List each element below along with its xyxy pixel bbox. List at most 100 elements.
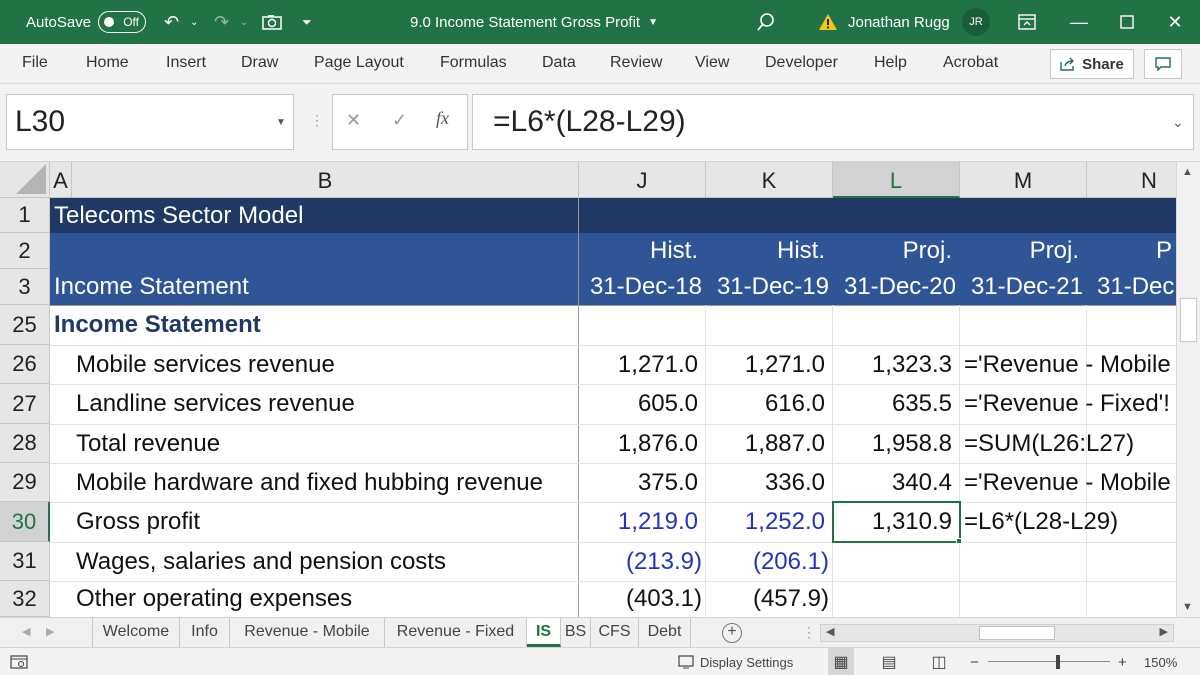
- cell-b28[interactable]: Total revenue: [72, 424, 579, 463]
- comments-button[interactable]: [1144, 49, 1182, 79]
- splitter-dots-icon[interactable]: ⋮: [310, 112, 324, 129]
- column-header-m[interactable]: M: [960, 162, 1087, 198]
- row-header-32[interactable]: 32: [0, 581, 50, 617]
- select-all-corner[interactable]: [0, 162, 50, 198]
- cell-k32[interactable]: (457.9): [706, 581, 833, 617]
- cell-b25[interactable]: Income Statement: [50, 305, 579, 345]
- cell-n3[interactable]: 31-Dec: [1087, 269, 1176, 305]
- scroll-down-icon[interactable]: ▼: [1182, 601, 1193, 613]
- customize-qat-icon[interactable]: ⏷: [302, 0, 312, 44]
- normal-view-icon[interactable]: ▦: [828, 648, 854, 675]
- scroll-up-icon[interactable]: ▲: [1182, 166, 1193, 178]
- ribbon-display-icon[interactable]: [1012, 0, 1042, 44]
- cell-b30[interactable]: Gross profit: [72, 502, 579, 542]
- zoom-in-button[interactable]: +: [1118, 648, 1127, 675]
- sheet-tab-bs[interactable]: BS: [561, 618, 591, 647]
- cell-j2[interactable]: Hist.: [579, 233, 706, 269]
- tab-page-layout[interactable]: Page Layout: [314, 44, 404, 84]
- row-header-31[interactable]: 31: [0, 542, 50, 581]
- cell-k30[interactable]: 1,252.0: [706, 502, 833, 542]
- macro-recording-icon[interactable]: [10, 648, 28, 675]
- cell-k28[interactable]: 1,887.0: [706, 424, 833, 463]
- tab-view[interactable]: View: [695, 44, 729, 84]
- prev-sheet-icon[interactable]: ◀: [22, 625, 30, 638]
- column-header-k[interactable]: K: [706, 162, 833, 198]
- cell-m28[interactable]: =SUM(L26:L27): [960, 424, 1176, 463]
- camera-icon[interactable]: [262, 0, 282, 44]
- expand-formula-bar-icon[interactable]: ⌄: [1172, 114, 1184, 131]
- tab-home[interactable]: Home: [86, 44, 129, 84]
- autosave-toggle[interactable]: Off: [98, 11, 146, 33]
- cell-j29[interactable]: 375.0: [579, 463, 706, 502]
- tab-acrobat[interactable]: Acrobat: [943, 44, 998, 84]
- tab-draw[interactable]: Draw: [241, 44, 278, 84]
- cell-k29[interactable]: 336.0: [706, 463, 833, 502]
- scroll-right-icon[interactable]: ▶: [1160, 625, 1168, 638]
- cell-b1[interactable]: Telecoms Sector Model: [50, 198, 1176, 233]
- cell-m27[interactable]: ='Revenue - Fixed'!: [960, 384, 1176, 424]
- avatar[interactable]: JR: [962, 8, 990, 36]
- redo-dropdown-icon[interactable]: ⌄: [240, 0, 248, 44]
- cell-k2[interactable]: Hist.: [706, 233, 833, 269]
- cell-l27[interactable]: 635.5: [833, 384, 960, 424]
- enter-check-icon[interactable]: ✓: [392, 110, 407, 131]
- close-icon[interactable]: ✕: [1160, 0, 1190, 44]
- cell-j3[interactable]: 31-Dec-18: [579, 269, 706, 305]
- sheet-tab-welcome[interactable]: Welcome: [92, 618, 180, 647]
- insert-function-icon[interactable]: fx: [436, 108, 449, 129]
- redo-icon[interactable]: ↷: [214, 0, 229, 44]
- add-sheet-icon[interactable]: +: [722, 623, 742, 643]
- vertical-scrollbar[interactable]: ▲ ▼: [1176, 162, 1200, 617]
- cell-b3[interactable]: Income Statement: [50, 269, 579, 305]
- tab-file[interactable]: File: [22, 44, 48, 84]
- column-header-l[interactable]: L: [833, 162, 960, 198]
- warning-icon[interactable]: [818, 0, 838, 44]
- horizontal-scroll-thumb[interactable]: [979, 626, 1055, 640]
- cell-j27[interactable]: 605.0: [579, 384, 706, 424]
- share-button[interactable]: Share: [1050, 49, 1134, 79]
- name-box[interactable]: L30: [6, 94, 294, 150]
- row-header-25[interactable]: 25: [0, 305, 50, 345]
- row-header-29[interactable]: 29: [0, 463, 50, 502]
- cell-k31[interactable]: (206.1): [706, 542, 833, 581]
- cancel-icon[interactable]: ✕: [346, 110, 361, 131]
- cell-m29[interactable]: ='Revenue - Mobile: [960, 463, 1176, 502]
- tab-formulas[interactable]: Formulas: [440, 44, 507, 84]
- row-header-3[interactable]: 3: [0, 269, 50, 305]
- cell-m3[interactable]: 31-Dec-21: [960, 269, 1087, 305]
- row-header-26[interactable]: 26: [0, 345, 50, 384]
- fill-handle[interactable]: [956, 538, 962, 544]
- sheet-tab-debt[interactable]: Debt: [639, 618, 691, 647]
- cell-b26[interactable]: Mobile services revenue: [72, 345, 579, 384]
- zoom-level[interactable]: 150%: [1144, 648, 1177, 675]
- column-header-b[interactable]: B: [72, 162, 579, 198]
- cell-l28[interactable]: 1,958.8: [833, 424, 960, 463]
- cell-l26[interactable]: 1,323.3: [833, 345, 960, 384]
- tab-review[interactable]: Review: [610, 44, 662, 84]
- cell-l3[interactable]: 31-Dec-20: [833, 269, 960, 305]
- zoom-out-button[interactable]: −: [970, 648, 979, 675]
- row-header-27[interactable]: 27: [0, 384, 50, 424]
- page-layout-view-icon[interactable]: ▤: [878, 648, 900, 675]
- sheet-tab-is[interactable]: IS: [527, 618, 561, 647]
- scroll-thumb[interactable]: [1180, 298, 1197, 342]
- cell-j26[interactable]: 1,271.0: [579, 345, 706, 384]
- tab-splitter-icon[interactable]: ⋮: [802, 624, 816, 641]
- row-header-1[interactable]: 1: [0, 198, 50, 233]
- maximize-icon[interactable]: [1112, 0, 1142, 44]
- cell-j31[interactable]: (213.9): [579, 542, 706, 581]
- cell-b29[interactable]: Mobile hardware and fixed hubbing revenu…: [72, 463, 579, 502]
- sheet-tab-revenue-mobile[interactable]: Revenue - Mobile: [230, 618, 385, 647]
- minimize-icon[interactable]: —: [1064, 0, 1094, 44]
- next-sheet-icon[interactable]: ▶: [46, 625, 54, 638]
- sheet-tab-revenue-fixed[interactable]: Revenue - Fixed: [385, 618, 527, 647]
- tab-developer[interactable]: Developer: [765, 44, 838, 84]
- cell-b31[interactable]: Wages, salaries and pension costs: [72, 542, 579, 581]
- tab-help[interactable]: Help: [874, 44, 907, 84]
- cell-b32[interactable]: Other operating expenses: [72, 581, 579, 617]
- tab-insert[interactable]: Insert: [166, 44, 206, 84]
- zoom-slider-thumb[interactable]: [1056, 655, 1060, 669]
- cell-l29[interactable]: 340.4: [833, 463, 960, 502]
- cell-k3[interactable]: 31-Dec-19: [706, 269, 833, 305]
- cell-j30[interactable]: 1,219.0: [579, 502, 706, 542]
